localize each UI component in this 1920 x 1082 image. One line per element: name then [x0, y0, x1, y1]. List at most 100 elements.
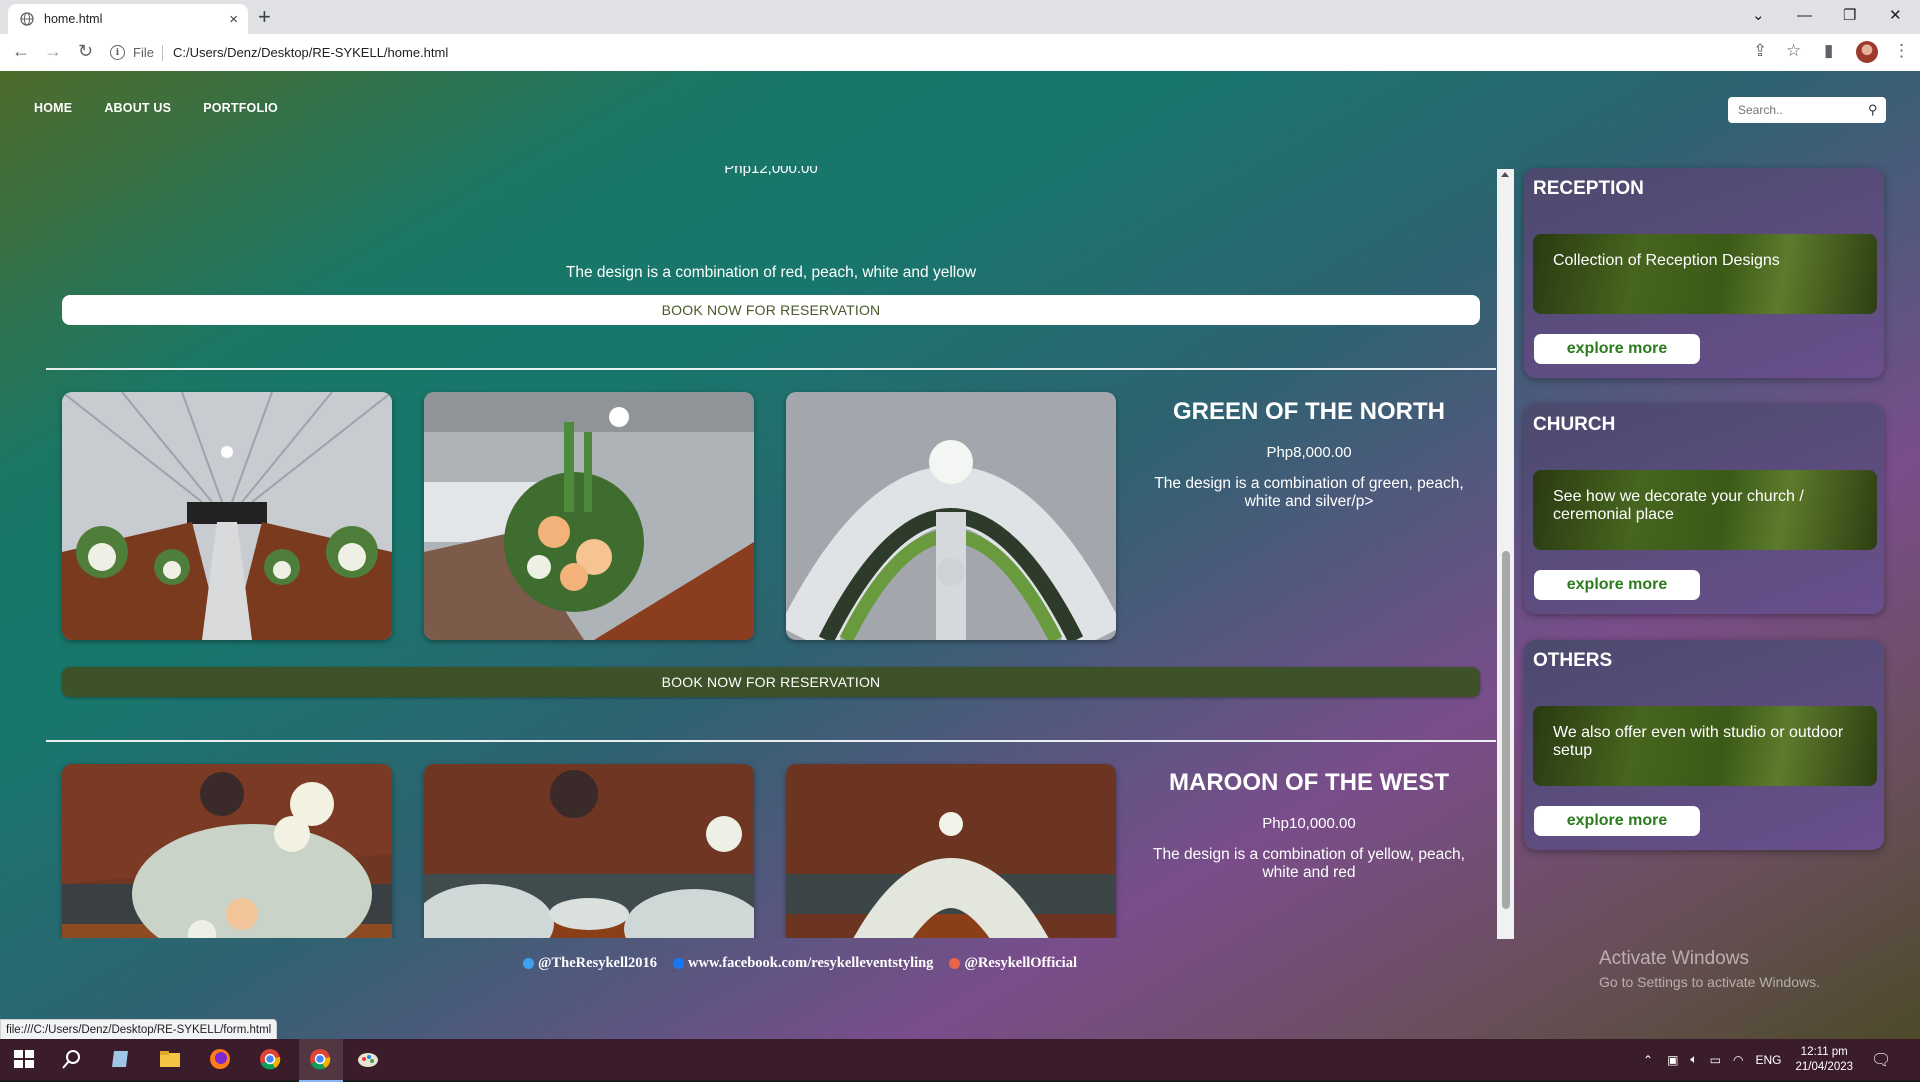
search-icon[interactable]: ⚲ [1868, 102, 1878, 118]
file-explorer-icon[interactable] [158, 1047, 182, 1071]
nav-home[interactable]: HOME [34, 101, 72, 115]
chevron-up-icon[interactable]: ⌃ [1643, 1053, 1653, 1067]
browser-tab-strip: home.html × + ⌄ — ❐ ✕ [0, 0, 1920, 34]
product-title: MAROON OF THE WEST [1169, 769, 1449, 796]
close-tab-icon[interactable]: × [229, 11, 238, 28]
church-aisle-photo [62, 392, 392, 640]
greenery-arch-photo [786, 392, 1116, 640]
facebook-icon [673, 958, 685, 969]
product-description: The design is a combination of red, peac… [565, 264, 977, 281]
card-heading: RECEPTION [1533, 178, 1644, 199]
file-label: File [133, 45, 154, 60]
clock-time: 12:11 pm [1800, 1045, 1848, 1058]
facebook-link[interactable]: www.facebook.com/resykelleventstyling [673, 955, 933, 972]
explore-more-button[interactable]: explore more [1534, 806, 1700, 836]
product-info: GREEN OF THE NORTH Php8,000.00 The desig… [1136, 398, 1482, 511]
browser-tab[interactable]: home.html × [8, 4, 248, 34]
twitter-handle: @TheResykell2016 [538, 955, 658, 971]
clock[interactable]: 12:11 pm 21/04/2023 [1795, 1045, 1853, 1075]
product-price: Php12,000.00 [724, 166, 818, 177]
product-photo[interactable] [424, 392, 754, 640]
product-title: GREEN OF THE NORTH [1172, 398, 1445, 425]
network-icon[interactable]: ▣ [1667, 1053, 1678, 1067]
side-panel-icon[interactable]: ▮ [1824, 41, 1833, 61]
firefox-icon[interactable] [208, 1047, 232, 1071]
chrome-icon[interactable] [258, 1047, 282, 1071]
paint-icon[interactable] [356, 1047, 380, 1071]
product-description: The design is a combination of green, pe… [1154, 475, 1464, 510]
instagram-link[interactable]: @ResykellOfficial [949, 955, 1077, 972]
watermark-line2: Go to Settings to activate Windows. [1599, 974, 1820, 990]
status-bubble: file:///C:/Users/Denz/Desktop/RE-SYKELL/… [0, 1019, 278, 1041]
sidebar-card-others: OTHERS We also offer even with studio or… [1524, 640, 1884, 850]
product-description: The design is a combination of yellow, p… [1153, 846, 1465, 881]
twitter-link[interactable]: @TheResykell2016 [523, 955, 657, 972]
product-info: MAROON OF THE WEST Php10,000.00 The desi… [1136, 769, 1482, 882]
explore-more-button[interactable]: explore more [1534, 334, 1700, 364]
back-icon[interactable]: ← [12, 41, 30, 62]
star-icon[interactable]: ☆ [1786, 41, 1801, 61]
explore-more-button[interactable]: explore more [1534, 570, 1700, 600]
chevron-down-icon[interactable]: ⌄ [1752, 0, 1765, 30]
minimize-icon[interactable]: — [1797, 0, 1812, 30]
product-photo[interactable] [62, 392, 392, 640]
card-banner: See how we decorate your church / ceremo… [1533, 470, 1877, 550]
scrollbar-thumb[interactable] [1502, 551, 1510, 909]
page: HOME ABOUT US PORTFOLIO ⚲ Php12,000.00 T… [0, 71, 1920, 1039]
omnibox[interactable]: i File C:/Users/Denz/Desktop/RE-SYKELL/h… [110, 38, 1750, 67]
taskbar: ⌃ ▣ 🔈︎ ▭ ◠ ENG 12:11 pm 21/04/2023 🗨︎ [0, 1039, 1920, 1082]
white-floral-aisle-photo [424, 764, 754, 938]
restore-icon[interactable]: ❐ [1843, 0, 1856, 30]
system-tray: ⌃ ▣ 🔈︎ ▭ ◠ ENG 12:11 pm 21/04/2023 🗨︎ [1643, 1039, 1891, 1080]
activate-windows-watermark: Activate Windows Go to Settings to activ… [1599, 948, 1820, 990]
main-nav: HOME ABOUT US PORTFOLIO [34, 101, 278, 115]
flower-arrangement-photo [424, 392, 754, 640]
watermark-line1: Activate Windows [1599, 948, 1749, 969]
instagram-icon [949, 958, 961, 969]
search-icon[interactable] [60, 1047, 84, 1071]
product-photo[interactable] [424, 764, 754, 938]
tab-title: home.html [44, 12, 103, 26]
instagram-handle: @ResykellOfficial [964, 955, 1077, 971]
nav-portfolio[interactable]: PORTFOLIO [203, 101, 278, 115]
globe-icon [20, 12, 34, 26]
info-icon[interactable]: i [110, 45, 125, 60]
card-banner: Collection of Reception Designs [1533, 234, 1877, 314]
forward-icon[interactable]: → [44, 41, 62, 62]
share-icon[interactable]: ⇪ [1753, 41, 1767, 61]
search-box: ⚲ [1728, 97, 1886, 123]
product-price: Php8,000.00 [1266, 444, 1352, 461]
nav-about-us[interactable]: ABOUT US [104, 101, 171, 115]
notification-icon[interactable]: 🗨︎ [1871, 1050, 1891, 1070]
product-photo[interactable] [786, 764, 1116, 938]
url-text[interactable]: C:/Users/Denz/Desktop/RE-SYKELL/home.htm… [173, 45, 448, 60]
content-scrollbar[interactable] [1497, 169, 1514, 939]
volume-icon[interactable]: 🔈︎ [1690, 1052, 1697, 1067]
chrome-icon[interactable] [308, 1047, 332, 1071]
windows-start-icon[interactable] [12, 1047, 36, 1071]
product-price: Php10,000.00 [1262, 815, 1356, 832]
close-window-icon[interactable]: ✕ [1889, 0, 1902, 30]
battery-icon[interactable]: ▭ [1710, 1053, 1721, 1067]
floral-arch-aisle-photo [786, 764, 1116, 938]
new-tab-button[interactable]: + [258, 4, 271, 30]
scroll-up-icon[interactable] [1501, 172, 1509, 177]
divider [46, 740, 1496, 742]
address-bar: ← → ↻ i File C:/Users/Denz/Desktop/RE-SY… [0, 34, 1920, 72]
menu-dots-icon[interactable]: ⋮ [1893, 41, 1910, 61]
twitter-icon [523, 958, 534, 969]
notepad-icon[interactable] [109, 1047, 133, 1071]
facebook-url: www.facebook.com/resykelleventstyling [688, 955, 934, 971]
reload-icon[interactable]: ↻ [78, 41, 93, 62]
book-now-button[interactable]: BOOK NOW FOR RESERVATION [62, 667, 1480, 697]
divider [161, 44, 163, 61]
wifi-icon[interactable]: ◠ [1733, 1053, 1743, 1067]
product-photo[interactable] [786, 392, 1116, 640]
clock-date: 21/04/2023 [1795, 1060, 1854, 1073]
profile-avatar[interactable] [1856, 41, 1878, 63]
language-indicator[interactable]: ENG [1755, 1053, 1781, 1067]
search-input[interactable] [1736, 102, 1860, 118]
product-list[interactable]: Php12,000.00 The design is a combination… [46, 166, 1515, 938]
book-now-button[interactable]: BOOK NOW FOR RESERVATION [62, 295, 1480, 325]
product-photo[interactable] [62, 764, 392, 938]
